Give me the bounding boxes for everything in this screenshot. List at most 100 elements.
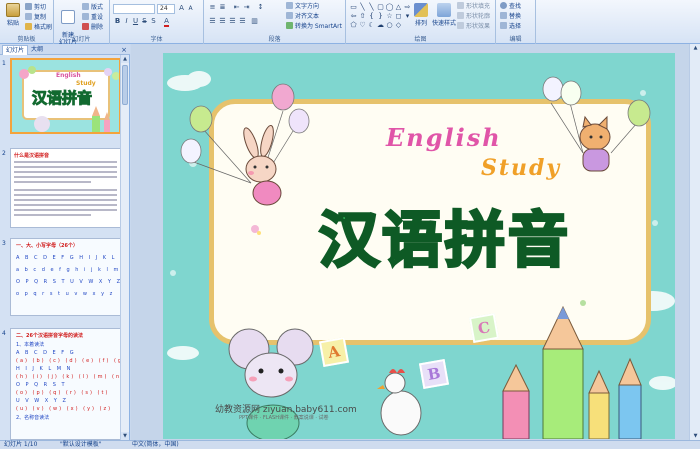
star-shape-icon[interactable]: ☆ [385, 12, 394, 20]
grow-font-icon[interactable]: A [177, 4, 186, 13]
shape-effects-button[interactable]: 形状效果 [457, 22, 490, 31]
tab-outline[interactable]: 大纲 [28, 45, 46, 55]
text-line [14, 209, 117, 211]
slide-thumbnail[interactable]: English Study 汉语拼音 [10, 58, 121, 134]
new-slide-button[interactable]: 新建 幻灯片 [56, 3, 80, 46]
line-spacing-icon[interactable]: ↕ [256, 3, 265, 12]
font-size-select[interactable]: 24 [157, 4, 175, 14]
replace-button[interactable]: 替换 [500, 12, 521, 21]
scroll-down-icon[interactable]: ▼ [691, 432, 700, 440]
shadow-icon[interactable]: S [149, 17, 158, 26]
arrow-shape-icon[interactable]: ⇦ [349, 12, 358, 20]
find-button[interactable]: 查找 [500, 2, 521, 11]
justify-icon[interactable]: ☰ [238, 17, 247, 26]
font-name-select[interactable] [113, 4, 155, 14]
cut-button[interactable]: 剪切 [25, 3, 46, 12]
italic-icon[interactable]: I [122, 17, 131, 26]
shape-outline-button[interactable]: 形状轮廓 [457, 12, 490, 21]
thumbnail-scrollbar[interactable]: ▲ ▼ [120, 55, 129, 440]
close-icon[interactable]: × [121, 45, 127, 55]
slide-thumbnail[interactable]: 一、大、小写字母（26个） A B C D E F G H I J K L M … [10, 238, 121, 316]
slide-title[interactable]: 汉语拼音 [285, 192, 605, 279]
arrow-shape-icon[interactable]: ⇨ [403, 3, 412, 11]
slide-thumbnail[interactable]: 什么是汉语拼音 [10, 148, 121, 228]
underline-icon[interactable]: U [131, 17, 140, 26]
diamond-shape-icon[interactable]: ◇ [394, 21, 403, 29]
slide-counter: 幻灯片 1/10 [4, 441, 38, 448]
rectangle-shape-icon[interactable]: ▢ [376, 3, 385, 11]
reset-button[interactable]: 重设 [82, 13, 103, 22]
text-direction-button[interactable]: 文字方向 [286, 2, 319, 11]
shrink-font-icon[interactable]: A [186, 4, 195, 13]
numbering-icon[interactable]: ≣ [218, 3, 227, 12]
columns-icon[interactable]: ▥ [250, 17, 259, 26]
cloud-shape-icon[interactable]: ☁ [376, 21, 385, 29]
slide-scrollbar[interactable]: ▲ ▼ [689, 44, 700, 440]
select-button[interactable]: 选择 [500, 22, 521, 31]
theme-name: "默认设计模板" [60, 441, 102, 448]
triangle-shape-icon[interactable]: △ [394, 3, 403, 11]
align-center-icon[interactable]: ☰ [218, 17, 227, 26]
thumbnail-slot[interactable]: 3 一、大、小写字母（26个） A B C D E F G H I J K L … [0, 238, 121, 316]
quick-styles-button[interactable]: 快速样式 [432, 3, 456, 31]
circle-shape-icon[interactable]: ○ [385, 21, 394, 29]
reset-icon [82, 13, 89, 20]
strikethrough-icon[interactable]: S [140, 17, 149, 26]
letter-block-a[interactable]: A [318, 336, 350, 368]
thumbnail-slot[interactable]: 2 什么是汉语拼音 [0, 148, 121, 228]
paste-button[interactable]: 粘贴 [2, 3, 24, 31]
arrange-label: 排列 [414, 20, 427, 27]
scroll-up-icon[interactable]: ▲ [691, 44, 700, 52]
moon-shape-icon[interactable]: ☾ [367, 21, 376, 29]
bracket-shape-icon[interactable]: } [376, 12, 385, 20]
layout-button[interactable]: 版式 [82, 3, 103, 12]
scroll-up-icon[interactable]: ▲ [121, 55, 129, 63]
more-shapes-icon[interactable]: ▾ [403, 12, 412, 20]
slide-english-text[interactable]: English [386, 123, 502, 152]
text-line [14, 161, 117, 163]
rectangle-shape-icon[interactable]: ▭ [349, 3, 358, 11]
bullets-icon[interactable]: ≡ [208, 3, 217, 12]
delete-label: 删除 [91, 24, 104, 31]
format-painter-button[interactable]: 格式刷 [25, 23, 52, 32]
letter-block-b[interactable]: B [418, 358, 450, 390]
thumbnail-slot[interactable]: 4 二、26个汉语拼音字母的读法 1、本着读法 A B C D E F G (a… [0, 328, 121, 440]
line-shape-icon[interactable]: ╲ [367, 3, 376, 11]
current-slide[interactable]: English Study 汉语拼音 A B C 幼教资源网 ziyuan.ba… [163, 53, 675, 439]
pentagon-shape-icon[interactable]: ⬠ [349, 21, 358, 29]
shape-fill-label: 形状填充 [466, 3, 491, 10]
copy-button[interactable]: 复制 [25, 13, 46, 22]
letter-block-c[interactable]: C [468, 312, 500, 344]
arrow-shape-icon[interactable]: ⇧ [358, 12, 367, 20]
shape-outline-label: 形状轮廓 [466, 13, 491, 20]
arrange-button[interactable]: 排列 [412, 3, 430, 31]
slide-study-text[interactable]: Study [481, 155, 561, 181]
text-line [14, 214, 92, 216]
delete-slide-button[interactable]: 删除 [82, 23, 103, 32]
decrease-indent-icon[interactable]: ⇤ [232, 3, 241, 12]
font-color-icon[interactable]: A [162, 17, 171, 27]
slide-thumbnail[interactable]: 二、26个汉语拼音字母的读法 1、本着读法 A B C D E F G (a) … [10, 328, 121, 440]
bold-icon[interactable]: B [113, 17, 122, 26]
scissors-icon [25, 3, 32, 10]
heart-shape-icon[interactable]: ♡ [358, 21, 367, 29]
layout-icon [82, 3, 89, 10]
increase-indent-icon[interactable]: ⇥ [242, 3, 251, 12]
language-indicator[interactable]: 中文(简体，中国) [132, 441, 179, 449]
scrollbar-thumb[interactable] [122, 65, 128, 105]
tab-slides[interactable]: 幻灯片 [2, 45, 29, 55]
text-direction-icon [286, 2, 293, 9]
scroll-down-icon[interactable]: ▼ [121, 432, 129, 440]
smartart-button[interactable]: 转换为 SmartArt [286, 22, 342, 31]
callout-shape-icon[interactable]: ◻ [394, 12, 403, 20]
shape-fill-button[interactable]: 形状填充 [457, 2, 490, 11]
text-line [14, 194, 117, 196]
align-text-button[interactable]: 对齐文本 [286, 12, 319, 21]
line-shape-icon[interactable]: ╲ [358, 3, 367, 11]
bracket-shape-icon[interactable]: { [367, 12, 376, 20]
slide-number: 4 [2, 330, 6, 337]
align-right-icon[interactable]: ☰ [228, 17, 237, 26]
align-left-icon[interactable]: ☰ [208, 17, 217, 26]
oval-shape-icon[interactable]: ◯ [385, 3, 394, 11]
thumbnail-slot[interactable]: 1 English Study 汉语拼音 [0, 58, 121, 136]
